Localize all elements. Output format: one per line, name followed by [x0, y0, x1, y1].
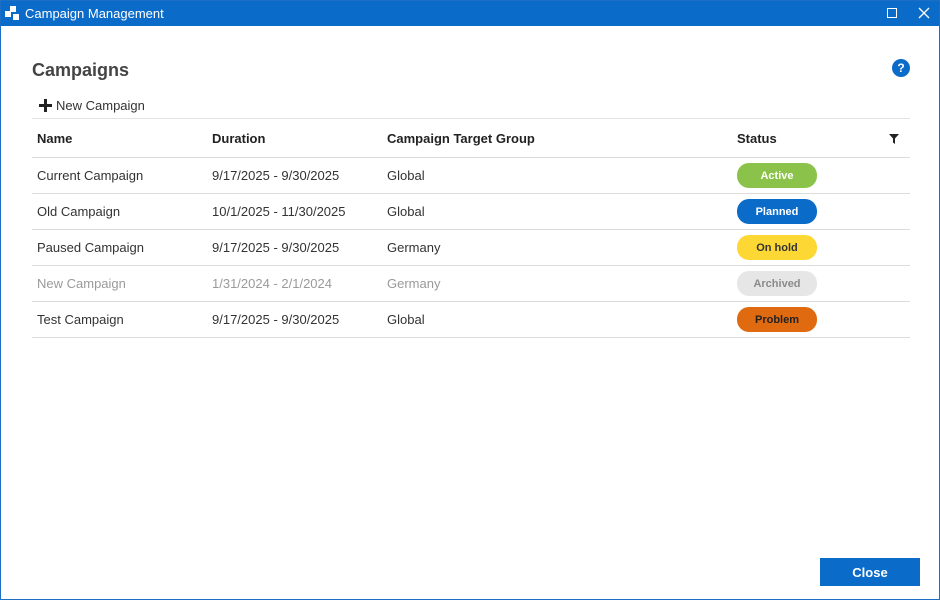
table-row[interactable]: New Campaign 1/31/2024 - 2/1/2024 German…: [32, 266, 910, 302]
table-row[interactable]: Test Campaign 9/17/2025 - 9/30/2025 Glob…: [32, 302, 910, 338]
campaign-target-group: Global: [387, 312, 425, 327]
column-header-status[interactable]: Status: [737, 119, 777, 157]
table-row[interactable]: Old Campaign 10/1/2025 - 11/30/2025 Glob…: [32, 194, 910, 230]
campaign-name: Test Campaign: [37, 312, 124, 327]
campaign-target-group: Global: [387, 168, 425, 183]
campaign-name: New Campaign: [37, 276, 126, 291]
campaign-duration: 9/17/2025 - 9/30/2025: [212, 168, 340, 183]
campaigns-table: Name Duration Campaign Target Group Stat…: [32, 118, 910, 338]
table-header: Name Duration Campaign Target Group Stat…: [32, 118, 910, 158]
campaign-target-group: Global: [387, 204, 425, 219]
filter-icon[interactable]: [889, 134, 899, 144]
status-badge: Planned: [737, 199, 817, 224]
campaign-target-group: Germany: [387, 240, 441, 255]
status-badge: On hold: [737, 235, 817, 260]
title-bar[interactable]: Campaign Management: [1, 1, 939, 26]
maximize-button[interactable]: [877, 1, 907, 26]
column-header-target-group[interactable]: Campaign Target Group: [387, 119, 535, 157]
new-campaign-button[interactable]: New Campaign: [39, 96, 145, 114]
campaign-duration: 9/17/2025 - 9/30/2025: [212, 312, 340, 327]
campaign-duration: 9/17/2025 - 9/30/2025: [212, 240, 340, 255]
plus-icon: [39, 98, 52, 112]
maximize-icon: [887, 8, 897, 18]
column-header-name[interactable]: Name: [37, 119, 72, 157]
close-button[interactable]: Close: [820, 558, 920, 586]
page-title: Campaigns: [32, 60, 130, 80]
status-badge: Archived: [737, 271, 817, 296]
status-badge: Problem: [737, 307, 817, 332]
table-row[interactable]: Current Campaign 9/17/2025 - 9/30/2025 G…: [32, 158, 910, 194]
window-title: Campaign Management: [25, 6, 164, 21]
new-campaign-label: New Campaign: [56, 97, 145, 113]
column-header-duration[interactable]: Duration: [212, 119, 265, 157]
campaign-target-group: Germany: [387, 276, 441, 291]
campaign-management-window: Campaign Management Campaigns ? New Camp…: [0, 0, 940, 600]
app-logo-icon: [5, 6, 19, 20]
campaign-name: Current Campaign: [37, 168, 144, 183]
campaign-name: Old Campaign: [37, 204, 121, 219]
help-icon[interactable]: ?: [892, 59, 910, 77]
window-close-button[interactable]: [909, 1, 939, 26]
status-badge: Active: [737, 163, 817, 188]
campaign-duration: 1/31/2024 - 2/1/2024: [212, 276, 332, 291]
campaign-name: Paused Campaign: [37, 240, 144, 255]
close-icon: [918, 7, 930, 19]
table-row[interactable]: Paused Campaign 9/17/2025 - 9/30/2025 Ge…: [32, 230, 910, 266]
campaign-duration: 10/1/2025 - 11/30/2025: [212, 204, 346, 219]
